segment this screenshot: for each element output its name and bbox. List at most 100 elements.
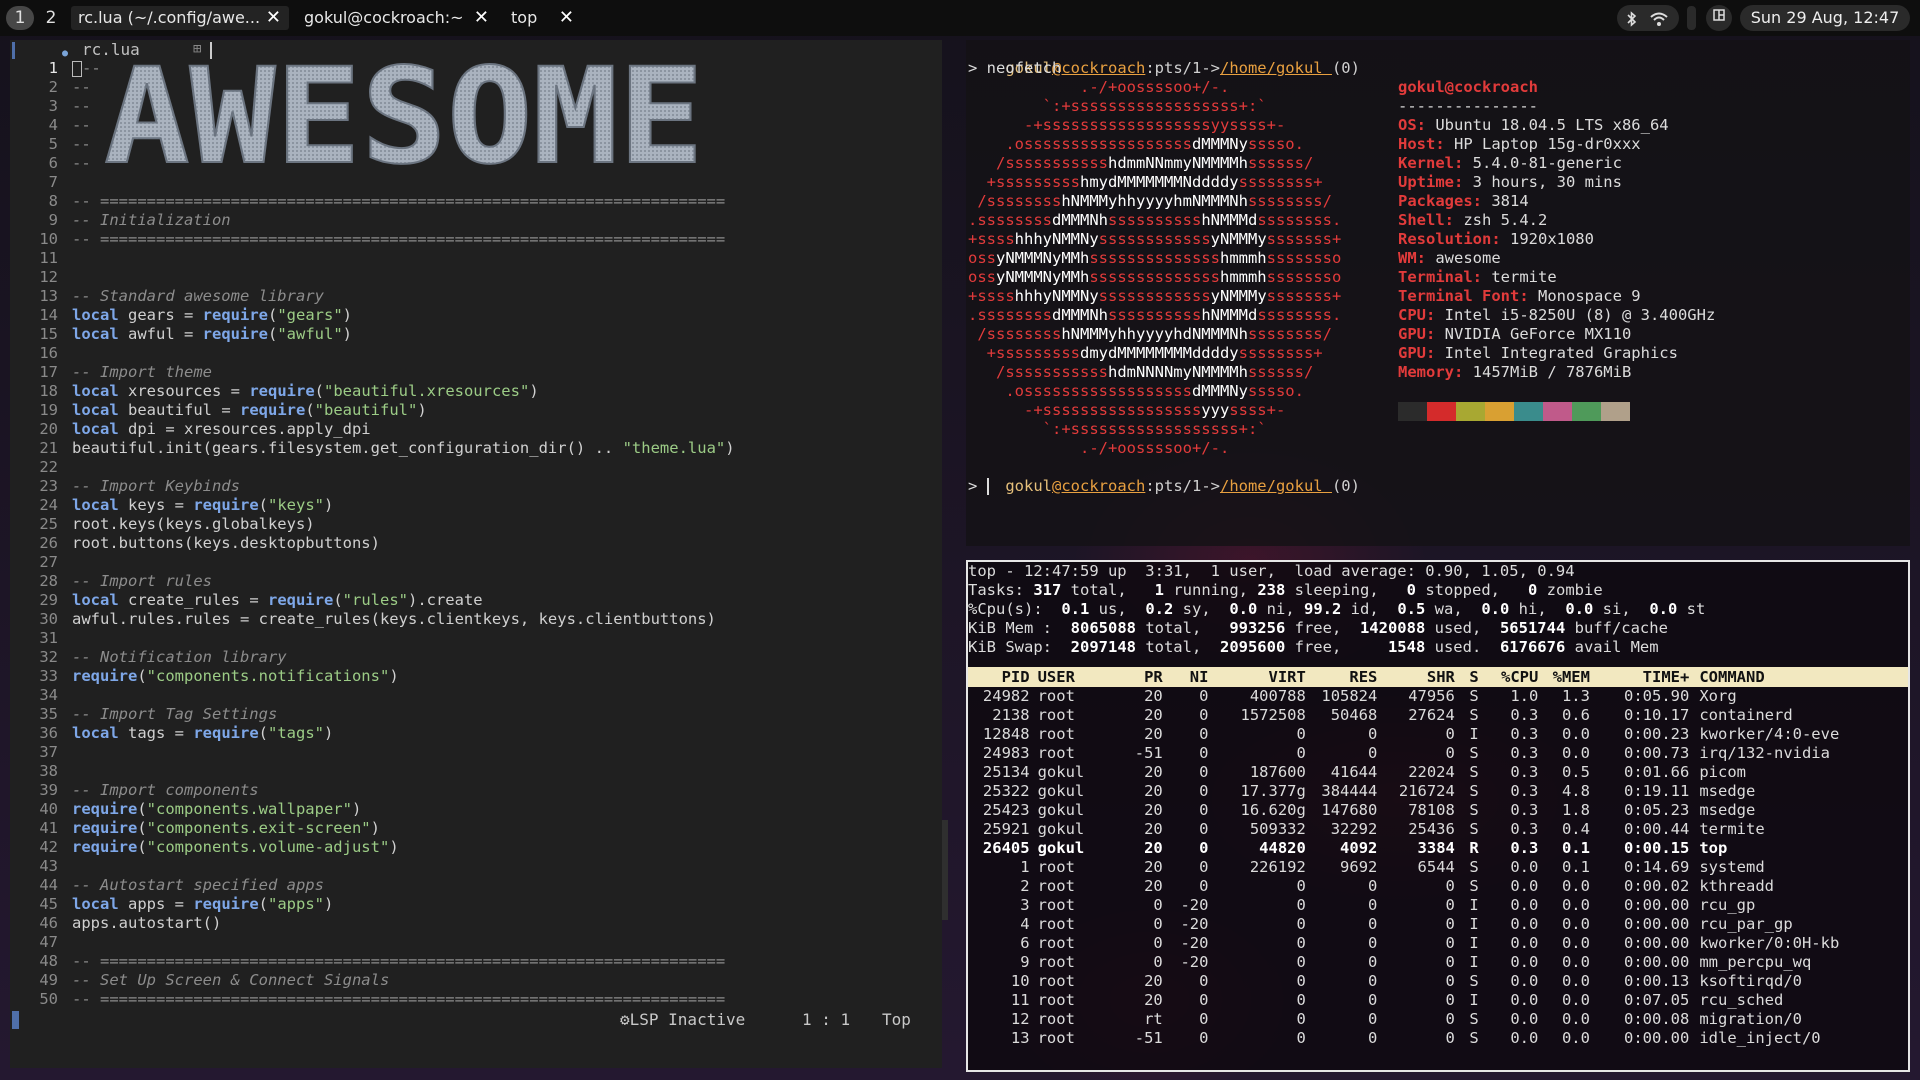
task-rc-lua[interactable]: rc.lua (~/.config/awe... ✕ bbox=[71, 6, 289, 30]
code-line[interactable] bbox=[72, 743, 932, 762]
task-top[interactable]: top ✕ bbox=[504, 6, 582, 30]
process-table[interactable]: 24982 root 20 0 400788 105824 47956 S 1.0 1.3 0:05… bbox=[968, 687, 1908, 1048]
process-row[interactable]: 10 root 20 0 0 0 0 S 0.0 0.0 0:00.13 ksoftirqd/0 bbox=[968, 972, 1908, 991]
code-line[interactable]: -- Initialization bbox=[72, 211, 932, 230]
code-line[interactable] bbox=[72, 268, 932, 287]
tag-2[interactable]: 2 bbox=[37, 6, 65, 30]
code-line[interactable] bbox=[72, 933, 932, 952]
column-header[interactable]: PR bbox=[1111, 667, 1163, 687]
code-line[interactable]: local create_rules = require("rules").cr… bbox=[72, 591, 932, 610]
code-line[interactable]: local gears = require("gears") bbox=[72, 306, 932, 325]
code-line[interactable]: local keys = require("keys") bbox=[72, 496, 932, 515]
code-line[interactable]: local apps = require("apps") bbox=[72, 895, 932, 914]
process-row[interactable]: 11 root 20 0 0 0 0 I 0.0 0.0 0:07.05 rcu_sched bbox=[968, 991, 1908, 1010]
code-line[interactable]: -- =====================================… bbox=[72, 990, 932, 1009]
code-line[interactable] bbox=[72, 553, 932, 572]
process-row[interactable]: 12848 root 20 0 0 0 0 I 0.3 0.0 0:00.23 kworker/4:0… bbox=[968, 725, 1908, 744]
code-line[interactable]: -- Set Up Screen & Connect Signals bbox=[72, 971, 932, 990]
code-line[interactable]: -- Import components bbox=[72, 781, 932, 800]
code-line[interactable]: require("components.volume-adjust") bbox=[72, 838, 932, 857]
code-line[interactable] bbox=[72, 686, 932, 705]
process-row[interactable]: 25134 gokul 20 0 187600 41644 22024 S 0.3 0.5 0:01… bbox=[968, 763, 1908, 782]
process-row[interactable]: 2 root 20 0 0 0 0 S 0.0 0.0 0:00.02 kthreadd bbox=[968, 877, 1908, 896]
column-header[interactable]: VIRT bbox=[1208, 667, 1306, 687]
process-row[interactable]: 4 root 0 -20 0 0 0 I 0.0 0.0 0:00.00 rcu_par_gp bbox=[968, 915, 1908, 934]
code-line[interactable] bbox=[72, 857, 932, 876]
code-line[interactable]: apps.autostart() bbox=[72, 914, 932, 933]
process-row[interactable]: 25423 gokul 20 0 16.620g 147680 78108 S 0.3 1.8 0:… bbox=[968, 801, 1908, 820]
process-row[interactable]: 24982 root 20 0 400788 105824 47956 S 1.0 1.3 0:05… bbox=[968, 687, 1908, 706]
process-row[interactable]: 13 root -51 0 0 0 0 S 0.0 0.0 0:00.00 idle_inject/0 bbox=[968, 1029, 1908, 1048]
process-row[interactable]: 9 root 0 -20 0 0 0 I 0.0 0.0 0:00.00 mm_percpu_wq bbox=[968, 953, 1908, 972]
code-line[interactable] bbox=[72, 173, 932, 192]
process-row[interactable]: 25921 gokul 20 0 509332 32292 25436 S 0.3 0.4 0:00… bbox=[968, 820, 1908, 839]
tag-1[interactable]: 1 bbox=[6, 6, 34, 30]
code-line[interactable] bbox=[72, 344, 932, 363]
code-line[interactable]: require("components.exit-screen") bbox=[72, 819, 932, 838]
close-icon[interactable]: ✕ bbox=[559, 6, 574, 30]
code-line[interactable]: awful.rules.rules = create_rules(keys.cl… bbox=[72, 610, 932, 629]
column-header[interactable]: TIME+ bbox=[1590, 667, 1690, 687]
code-line[interactable]: -- Import rules bbox=[72, 572, 932, 591]
process-table-header[interactable]: PID USER PR NI VIRT RES SHR S %CPU %MEM TIME+ COMMA… bbox=[968, 667, 1908, 687]
terminal-top[interactable]: top - 12:47:59 up 3:31, 1 user, load ave… bbox=[966, 560, 1910, 1072]
code-line[interactable]: local xresources = require("beautiful.xr… bbox=[72, 382, 932, 401]
wifi-icon[interactable] bbox=[1649, 11, 1669, 27]
editor-scrollbar[interactable] bbox=[942, 820, 948, 920]
code-line[interactable]: -- Autostart specified apps bbox=[72, 876, 932, 895]
editor-filename[interactable]: rc.lua bbox=[82, 40, 140, 59]
code-line[interactable]: root.keys(keys.globalkeys) bbox=[72, 515, 932, 534]
process-row[interactable]: 25322 gokul 20 0 17.377g 384444 216724 S 0.3 4.8 0… bbox=[968, 782, 1908, 801]
process-row[interactable]: 26405 gokul 20 0 44820 4092 3384 R 0.3 0.1 0:00.15… bbox=[968, 839, 1908, 858]
column-header[interactable]: PID bbox=[968, 667, 1030, 687]
clock[interactable]: Sun 29 Aug, 12:47 bbox=[1740, 5, 1910, 31]
column-header[interactable]: %CPU bbox=[1479, 667, 1538, 687]
code-line[interactable]: -- Import Keybinds bbox=[72, 477, 932, 496]
process-cell: systemd bbox=[1699, 858, 1765, 876]
code-line[interactable]: -- =====================================… bbox=[72, 952, 932, 971]
process-row[interactable]: 1 root 20 0 226192 9692 6544 S 0.0 0.1 0:14.69 syst… bbox=[968, 858, 1908, 877]
code-line[interactable]: -- =====================================… bbox=[72, 230, 932, 249]
code-line[interactable]: require("components.notifications") bbox=[72, 667, 932, 686]
terminal-neofetch[interactable]: gokul@cockroach:pts/1->/home/gokul (0) >… bbox=[966, 40, 1910, 546]
column-header[interactable]: S bbox=[1455, 667, 1478, 687]
close-icon[interactable]: ✕ bbox=[266, 6, 281, 30]
code-line[interactable] bbox=[72, 762, 932, 781]
layout-icon[interactable] bbox=[1706, 5, 1732, 31]
code-line[interactable] bbox=[72, 249, 932, 268]
code-line[interactable]: -- =====================================… bbox=[72, 192, 932, 211]
code-line[interactable]: local awful = require("awful") bbox=[72, 325, 932, 344]
process-row[interactable]: 12 root rt 0 0 0 0 S 0.0 0.0 0:00.08 migration/0 bbox=[968, 1010, 1908, 1029]
code-line[interactable]: -- Standard awesome library bbox=[72, 287, 932, 306]
column-header[interactable]: SHR bbox=[1377, 667, 1455, 687]
editor-window[interactable]: ● rc.lua ⊞ 1 2 3 4 5 6 7 8 9 10 11 12 13 14 15 16 17 18 19… bbox=[10, 40, 942, 1068]
code-line[interactable]: -- Notification library bbox=[72, 648, 932, 667]
column-header[interactable]: COMMAND bbox=[1689, 667, 1908, 687]
code-line[interactable]: beautiful.init(gears.filesystem.get_conf… bbox=[72, 439, 932, 458]
code-line[interactable] bbox=[72, 458, 932, 477]
task-terminal[interactable]: gokul@cockroach:~ ✕ bbox=[297, 6, 497, 30]
process-row[interactable]: 3 root 0 -20 0 0 0 I 0.0 0.0 0:00.00 rcu_gp bbox=[968, 896, 1908, 915]
input-line[interactable]: > bbox=[968, 477, 989, 496]
column-header[interactable]: %MEM bbox=[1538, 667, 1590, 687]
column-header[interactable]: RES bbox=[1306, 667, 1377, 687]
process-row[interactable]: 6 root 0 -20 0 0 0 I 0.0 0.0 0:00.00 kworker/0:0H-k… bbox=[968, 934, 1908, 953]
process-cell: 0:01.66 bbox=[1624, 763, 1690, 781]
code-area[interactable]: -- -- -- -- -- -- -- =========================… bbox=[72, 59, 932, 1009]
code-line[interactable]: local dpi = xresources.apply_dpi bbox=[72, 420, 932, 439]
code-line[interactable]: root.buttons(keys.desktopbuttons) bbox=[72, 534, 932, 553]
bluetooth-icon[interactable] bbox=[1626, 10, 1638, 27]
process-row[interactable]: 2138 root 20 0 1572508 50468 27624 S 0.3 0.6 0:10.… bbox=[968, 706, 1908, 725]
tabline-marker bbox=[12, 42, 15, 59]
code-line[interactable]: -- Import theme bbox=[72, 363, 932, 382]
close-icon[interactable]: ✕ bbox=[474, 6, 489, 30]
column-header[interactable]: NI bbox=[1163, 667, 1209, 687]
code-line[interactable] bbox=[72, 629, 932, 648]
code-line[interactable]: local beautiful = require("beautiful") bbox=[72, 401, 932, 420]
process-row[interactable]: 24983 root -51 0 0 0 0 S 0.3 0.0 0:00.73 irq/132-nv… bbox=[968, 744, 1908, 763]
code-line[interactable]: local tags = require("tags") bbox=[72, 724, 932, 743]
code-line[interactable]: -- Import Tag Settings bbox=[72, 705, 932, 724]
code-line[interactable]: require("components.wallpaper") bbox=[72, 800, 932, 819]
column-header[interactable]: USER bbox=[1030, 667, 1112, 687]
systray[interactable] bbox=[1617, 5, 1679, 31]
